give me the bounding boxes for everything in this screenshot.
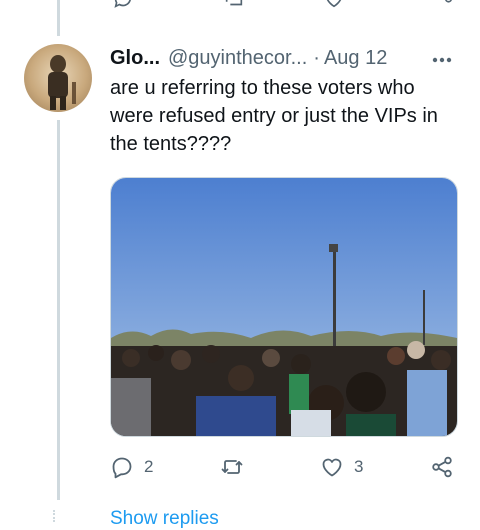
tweet-text: are u referring to these voters who were… (110, 77, 438, 155)
reply-count: 2 (144, 457, 154, 476)
reply-icon (112, 457, 132, 479)
tweet-header: Glo... @guyinthecor... · Aug 12 (110, 44, 460, 72)
like-count: 3 (354, 457, 364, 476)
more-icon[interactable] (430, 44, 454, 72)
share-button[interactable] (430, 452, 454, 482)
share-icon[interactable] (432, 0, 454, 10)
heart-icon (322, 458, 342, 477)
reply-button[interactable]: 2 (110, 452, 153, 482)
show-replies-link[interactable]: Show replies (110, 508, 219, 530)
author-name[interactable]: Glo... (110, 47, 160, 69)
retweet-icon (221, 460, 243, 474)
heart-icon[interactable] (323, 0, 345, 10)
reply-icon[interactable] (112, 0, 134, 10)
avatar-portrait-image (48, 55, 76, 110)
share-icon (432, 456, 452, 478)
header-separator: · (313, 47, 320, 69)
retweet-button[interactable] (220, 452, 244, 482)
tweet-date[interactable]: Aug 12 (324, 47, 387, 69)
retweet-icon[interactable] (223, 0, 245, 10)
tweet-actions: 2 3 (110, 452, 460, 482)
crowd-photo-image (111, 178, 457, 436)
tweet-photo[interactable] (110, 177, 458, 437)
author-handle[interactable]: @guyinthecor... (168, 47, 307, 69)
like-button[interactable]: 3 (320, 452, 363, 482)
previous-tweet-actions (110, 0, 460, 10)
thread-line-top (57, 0, 60, 36)
thread-line-bottom (57, 120, 60, 500)
avatar[interactable] (24, 44, 92, 112)
thread-continuation-dots (53, 510, 65, 522)
